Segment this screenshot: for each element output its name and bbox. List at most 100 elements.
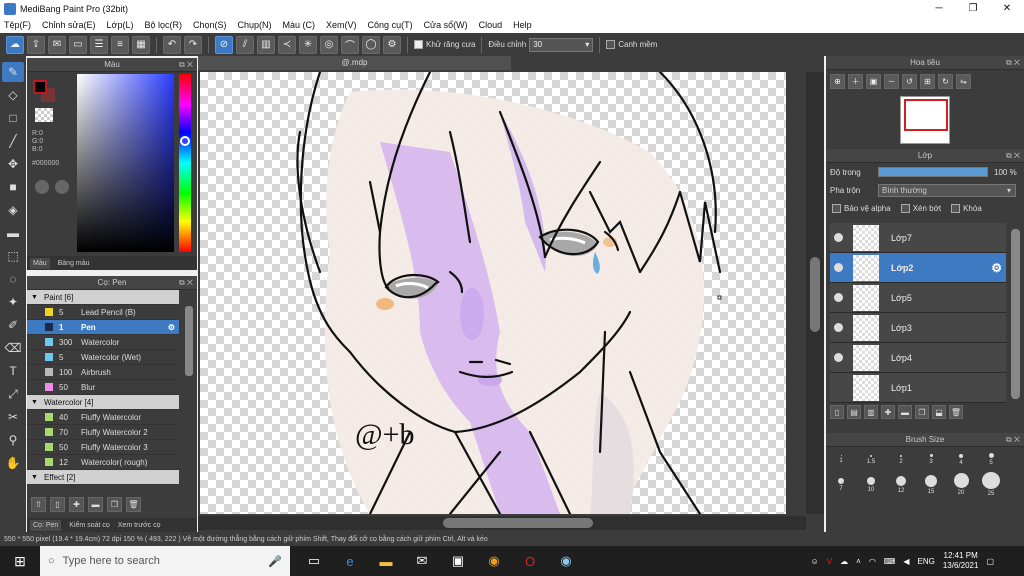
layer-list-scrollbar[interactable] [1011,229,1020,399]
panel-close-icon[interactable]: ⧉ ✕ [179,58,193,72]
panel-close-icon[interactable]: ⧉ ✕ [179,276,193,290]
size-option[interactable]: 12 [886,472,916,497]
eye-icon[interactable] [834,383,843,392]
clipping-checkbox[interactable] [900,203,910,213]
eraser-tool-icon[interactable]: ◇ [2,85,24,105]
palette-icon[interactable] [35,180,49,194]
select-pen-tool-icon[interactable]: ✐ [2,315,24,335]
size-option[interactable]: 5 [976,447,1006,472]
eye-icon[interactable] [834,323,843,332]
snap-ellipse-icon[interactable]: ◯ [362,35,380,54]
lock-checkbox[interactable] [951,203,961,213]
eye-icon[interactable] [834,233,843,242]
brush-list-scrollbar[interactable] [185,306,193,376]
menu-cloud[interactable]: Cloud [479,20,503,30]
store-icon[interactable]: ▣ [448,551,468,571]
tab-brush[interactable]: Cọ: Pen [30,519,62,531]
windows-start-icon[interactable]: ⊞ [0,546,40,576]
brush-item[interactable]: 300 Watercolor [27,335,179,350]
layer-row[interactable]: Lớp3 [830,313,1006,343]
size-option[interactable]: 7 [826,472,856,497]
language-indicator[interactable]: ENG [918,557,935,566]
brush-item[interactable]: 40 Fluffy Watercolor [27,410,179,425]
duplicate-icon[interactable]: ❐ [107,496,122,512]
brush-item[interactable]: 5 Watercolor (Wet) [27,350,179,365]
clock[interactable]: 12:41 PM 13/6/2021 [943,551,979,571]
layer-row[interactable]: Lớp1 [830,373,1006,403]
rect-tool-icon[interactable]: □ [2,108,24,128]
merge-icon[interactable]: ⬓ [932,405,946,419]
select-eraser-tool-icon[interactable]: ⌫ [2,338,24,358]
minimize-button[interactable]: ─ [922,0,956,17]
new-layer-icon[interactable]: ▯ [830,405,844,419]
operation-tool-icon[interactable]: ⤢ [2,384,24,404]
menu-filter[interactable]: Bộ lọc(R) [144,20,182,30]
opacity-slider[interactable] [878,167,988,177]
trash-icon[interactable]: 🗑 [126,496,141,512]
antialias-toggle[interactable]: Khử răng cưa [414,40,475,49]
brush-item[interactable]: 5 Lead Pencil (B) [27,305,179,320]
trash-icon[interactable]: 🗑 [949,405,963,419]
size-option[interactable]: 20 [946,472,976,497]
brush-group[interactable]: ▼ Effect [2] [27,470,179,485]
vivaldi-icon[interactable]: V [827,557,832,566]
zoom-fit-icon[interactable]: ⊕ [830,74,845,89]
edge-icon[interactable]: e [340,551,360,571]
notification-icon[interactable]: ▢ [986,557,994,566]
tab-palette[interactable]: Bảng màu [58,260,90,267]
undo-icon[interactable]: ↶ [163,35,181,54]
collapse-icon[interactable]: ▼ [31,399,38,406]
brush-item[interactable]: 70 Fluffy Watercolor 2 [27,425,179,440]
size-option[interactable]: 10 [856,472,886,497]
zoom-out-icon[interactable]: － [884,74,899,89]
settings-icon[interactable]: ⚙ [383,35,401,54]
brush-item[interactable]: 50 Fluffy Watercolor 3 [27,440,179,455]
viewport-indicator[interactable] [904,99,948,131]
people-icon[interactable]: ☺ [811,557,819,566]
chrome-icon[interactable]: ◉ [484,551,504,571]
clipping-toggle[interactable]: Xén bớt [900,203,941,213]
page-icon[interactable]: ▭ [69,35,87,54]
eye-icon[interactable] [834,353,843,362]
canvas-vertical-scrollbar[interactable] [806,72,824,514]
brush-item[interactable]: 12 Watercolor( rough) [27,455,179,470]
gradient-tool-icon[interactable]: ▬ [2,223,24,243]
saturation-value-picker[interactable] [77,74,174,252]
rotate-left-icon[interactable]: ↺ [902,74,917,89]
new-8bit-layer-icon[interactable]: ▥ [864,405,878,419]
drawing-canvas[interactable]: @+b [200,72,786,514]
primary-color-swatch[interactable] [33,80,47,94]
maximize-button[interactable]: ❐ [956,0,990,17]
flip-icon[interactable]: ⇋ [956,74,971,89]
size-option[interactable]: 25 [976,472,1006,497]
snap-off-icon[interactable]: ⊘ [215,35,233,54]
lasso-tool-icon[interactable]: ◌ [2,269,24,289]
new-brush-icon[interactable]: ▯ [50,496,65,512]
size-option[interactable]: 3 [916,447,946,472]
cloud-icon[interactable]: ☁ [6,35,24,54]
task-view-icon[interactable]: ▭ [304,551,324,571]
opera-icon[interactable]: O [520,551,540,571]
snap-vanish-icon[interactable]: ≺ [278,35,296,54]
file-explorer-icon[interactable]: ▬ [376,551,396,571]
tab-brush-control[interactable]: Kiểm soát cọ [69,522,109,529]
gear-icon[interactable]: ⚙ [991,261,1002,275]
tab-brush-preview[interactable]: Xem trước cọ [118,522,161,529]
brush-group[interactable]: ▼ Paint [6] [27,290,179,305]
new-halftone-layer-icon[interactable]: ▤ [847,405,861,419]
layer-row[interactable]: Lớp2 ⚙ [830,253,1006,283]
brush-item[interactable]: 1 Pen ⚙ [27,320,179,335]
keyboard-icon[interactable]: ⌨ [884,557,896,566]
hue-handle[interactable] [180,136,190,146]
document-tab[interactable]: @.mdp [198,56,511,70]
menu-edit[interactable]: Chỉnh sửa(E) [42,20,96,30]
duplicate-icon[interactable]: ❐ [915,405,929,419]
snap-toggle[interactable]: Canh mềm [606,40,657,49]
panel-close-icon[interactable]: ⧉ ✕ [1006,149,1020,163]
folder-icon[interactable]: ▬ [898,405,912,419]
adjust-input[interactable]: 30 ▾ [529,37,594,52]
text-tool-icon[interactable]: T [2,361,24,381]
brush-item[interactable]: 100 Airbrush [27,365,179,380]
tab-color[interactable]: Màu [30,257,50,269]
taskbar-search[interactable]: ○ Type here to search 🎤 [40,546,290,576]
